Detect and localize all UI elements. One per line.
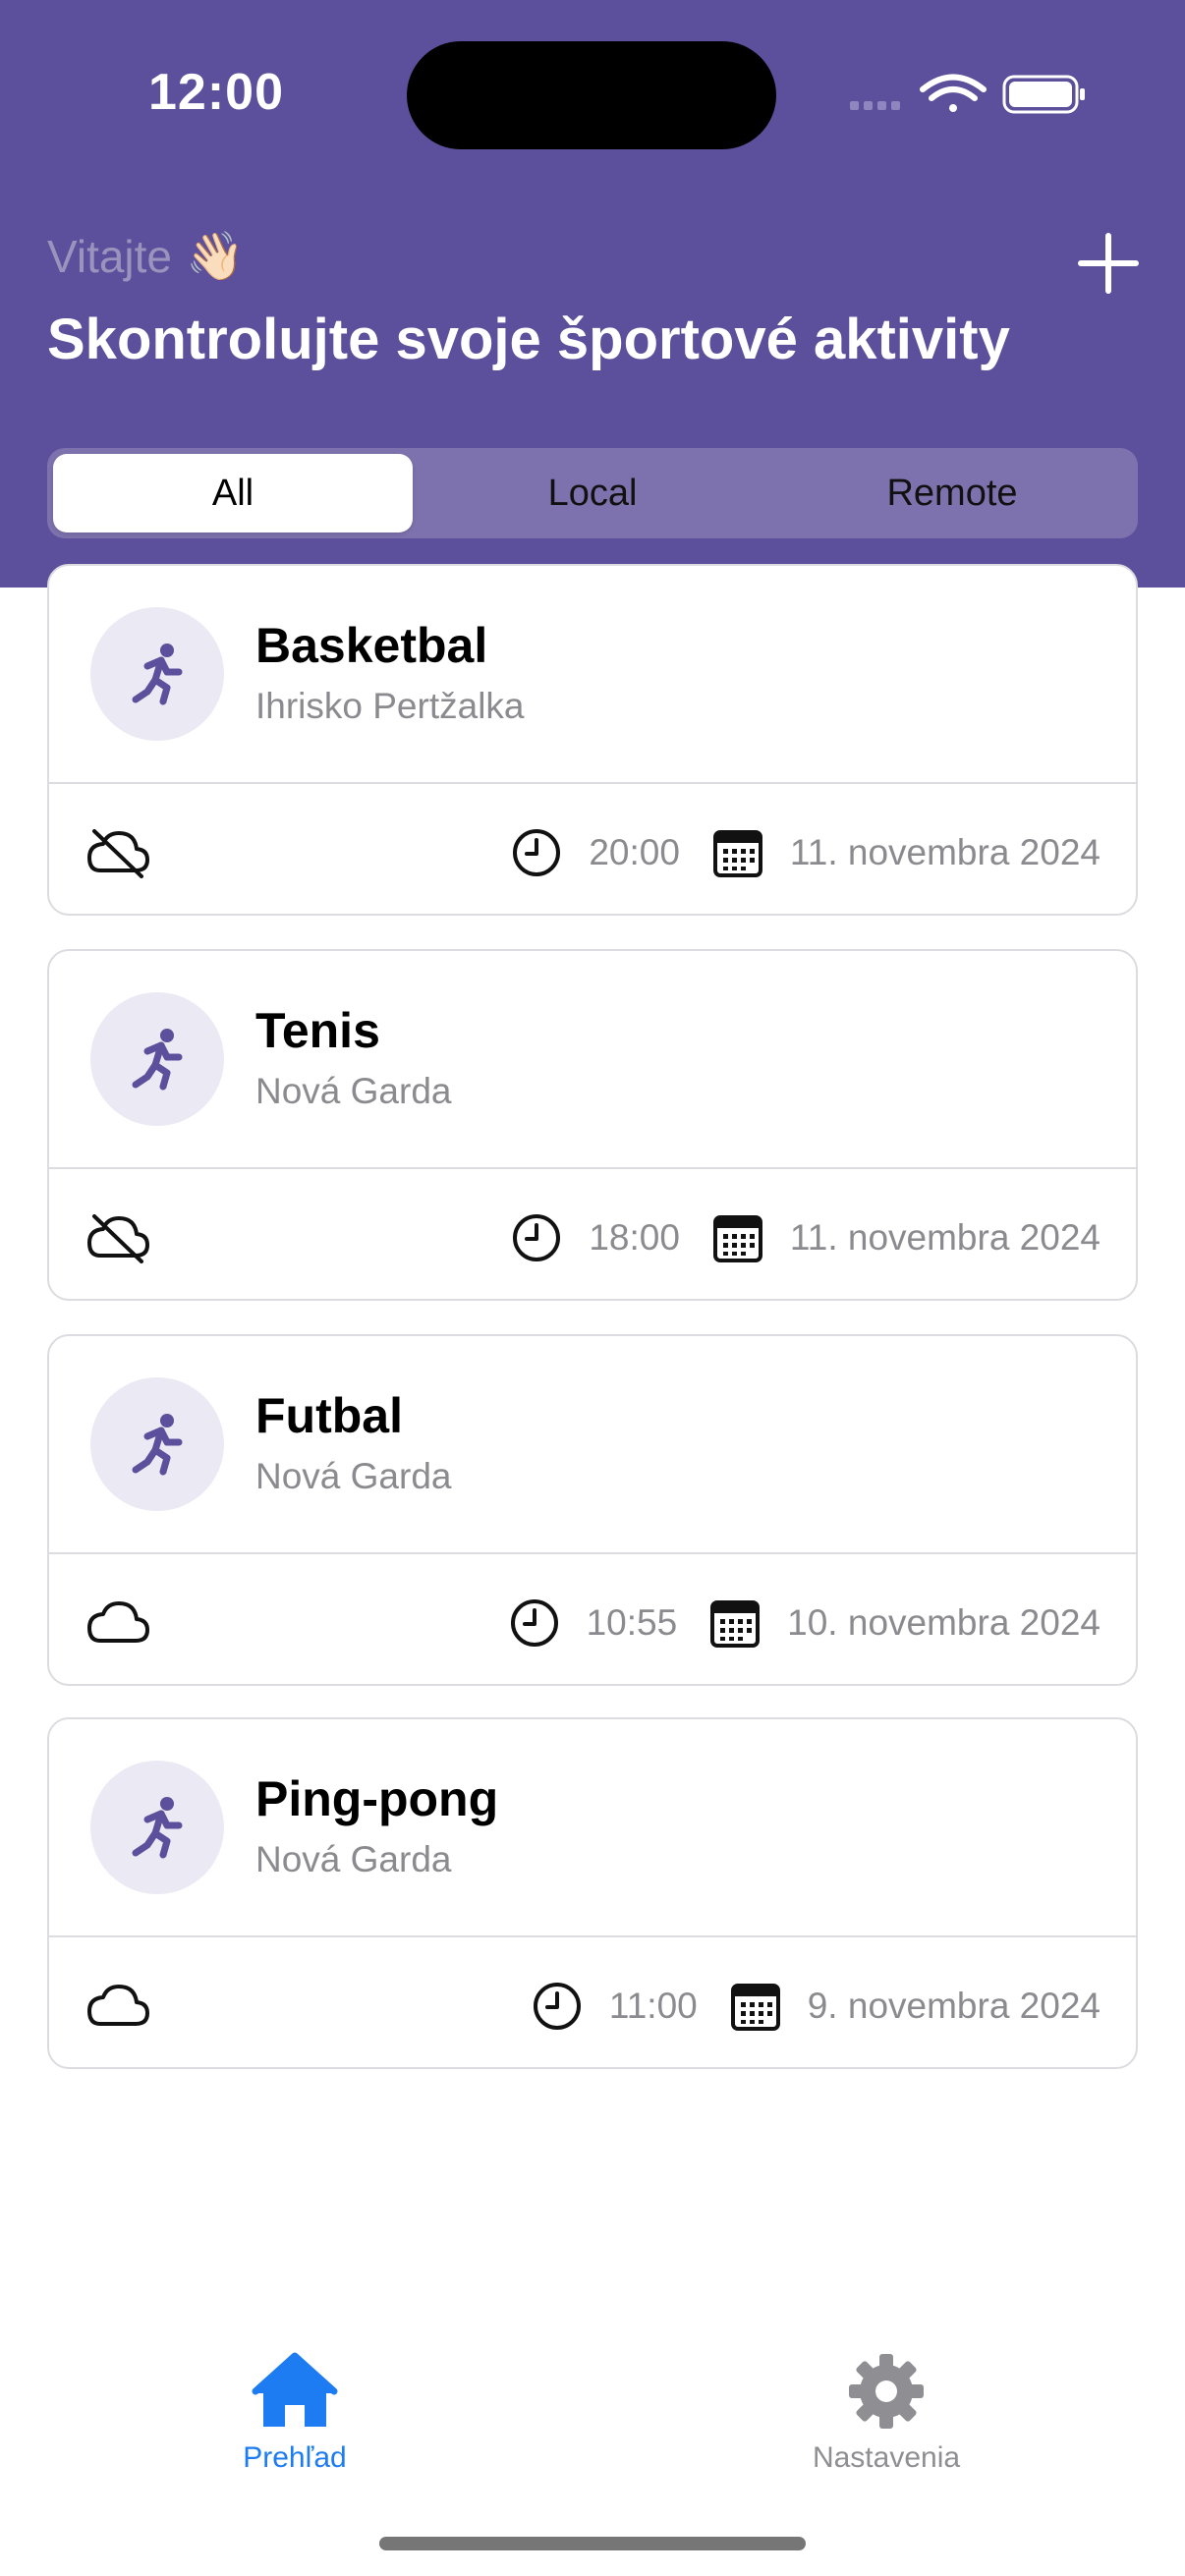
- status-time: 12:00: [148, 64, 284, 121]
- activity-time: 11:00: [608, 1986, 698, 2026]
- running-figure-icon: [132, 1414, 183, 1476]
- calendar-icon: [710, 1600, 761, 1648]
- activity-avatar: [90, 1761, 224, 1894]
- activity-card-header: Ping-pong Nová Garda: [49, 1719, 1136, 1937]
- activity-title: Tenis: [255, 1003, 380, 1058]
- status-bar: 12:00: [0, 0, 1185, 196]
- activity-meta: 20:00 11. novembra 2024: [510, 823, 1100, 882]
- activity-place: Ihrisko Pertžalka: [255, 686, 525, 726]
- activity-place: Nová Garda: [255, 1456, 452, 1496]
- tab-settings[interactable]: Nastavenia: [739, 2352, 1034, 2475]
- calendar-icon: [712, 830, 762, 877]
- activity-meta: 10:55 10. novembra 2024: [508, 1594, 1100, 1652]
- segment-local[interactable]: Local: [413, 454, 772, 532]
- activity-title: Futbal: [255, 1388, 403, 1443]
- gear-icon: [849, 2354, 924, 2429]
- tab-overview[interactable]: Prehľad: [147, 2352, 442, 2475]
- activity-card[interactable]: Ping-pong Nová Garda 11:00 9. novembra 2…: [47, 1717, 1138, 2069]
- tab-overview-label: Prehľad: [243, 2441, 347, 2474]
- cloud-icon: [87, 1601, 149, 1643]
- activity-card[interactable]: Futbal Nová Garda 10:55 10. novembra 202…: [47, 1334, 1138, 1686]
- activity-time: 18:00: [589, 1217, 680, 1258]
- activity-meta: 11:00 9. novembra 2024: [531, 1977, 1100, 2036]
- plus-icon: [1078, 233, 1139, 294]
- activity-title: Ping-pong: [255, 1771, 499, 1826]
- activity-card-header: Basketbal Ihrisko Pertžalka: [49, 566, 1136, 784]
- greeting: Vitajte 👋🏻: [47, 228, 245, 284]
- clock-icon: [510, 1599, 558, 1647]
- activity-time: 10:55: [586, 1602, 678, 1643]
- calendar-icon: [712, 1215, 762, 1262]
- house-icon: [252, 2352, 338, 2427]
- wifi-icon: [920, 74, 987, 112]
- activity-meta: 18:00 11. novembra 2024: [510, 1208, 1100, 1267]
- activity-place: Nová Garda: [255, 1071, 452, 1111]
- signal-dots-icon: [850, 101, 900, 110]
- battery-icon: [1002, 75, 1085, 114]
- activity-time: 20:00: [589, 832, 680, 872]
- activity-date: 10. novembra 2024: [787, 1602, 1100, 1643]
- segment-all[interactable]: All: [53, 454, 413, 532]
- tab-settings-label: Nastavenia: [812, 2441, 961, 2474]
- dynamic-island: [407, 41, 776, 149]
- activity-date: 9. novembra 2024: [807, 1986, 1100, 2026]
- greeting-text: Vitajte: [47, 231, 173, 282]
- cloud-off-icon: [87, 829, 149, 878]
- activity-card[interactable]: Tenis Nová Garda 18:00 11. novembra 2024: [47, 949, 1138, 1301]
- segment-remote[interactable]: Remote: [772, 454, 1132, 532]
- activity-card-header: Futbal Nová Garda: [49, 1336, 1136, 1554]
- activity-avatar: [90, 992, 224, 1126]
- filter-segmented-control: All Local Remote: [47, 448, 1138, 538]
- wave-emoji: 👋🏻: [186, 231, 245, 283]
- status-icons: [850, 74, 1085, 114]
- page-title: Skontrolujte svoje športové aktivity: [47, 308, 1010, 371]
- activity-avatar: [90, 1377, 224, 1511]
- activity-card[interactable]: Basketbal Ihrisko Pertžalka 20:00 11. no…: [47, 564, 1138, 916]
- running-figure-icon: [132, 644, 183, 705]
- activity-card-header: Tenis Nová Garda: [49, 951, 1136, 1169]
- activity-card-footer: 20:00 11. novembra 2024: [49, 786, 1136, 914]
- cloud-off-icon: [87, 1214, 149, 1263]
- cloud-icon: [87, 1985, 149, 2026]
- activity-card-footer: 18:00 11. novembra 2024: [49, 1171, 1136, 1299]
- clock-icon: [513, 1214, 561, 1261]
- activity-avatar: [90, 607, 224, 741]
- activity-title: Basketbal: [255, 618, 488, 673]
- activity-card-footer: 11:00 9. novembra 2024: [49, 1939, 1136, 2067]
- activity-date: 11. novembra 2024: [789, 832, 1100, 872]
- activity-date: 11. novembra 2024: [789, 1217, 1100, 1258]
- running-figure-icon: [132, 1029, 183, 1091]
- calendar-icon: [730, 1984, 780, 2031]
- home-indicator: [379, 2537, 806, 2550]
- clock-icon: [513, 829, 561, 876]
- add-activity-button[interactable]: [1071, 226, 1146, 301]
- activity-place: Nová Garda: [255, 1839, 452, 1879]
- activity-card-footer: 10:55 10. novembra 2024: [49, 1556, 1136, 1684]
- running-figure-icon: [132, 1797, 183, 1859]
- clock-icon: [533, 1983, 581, 2030]
